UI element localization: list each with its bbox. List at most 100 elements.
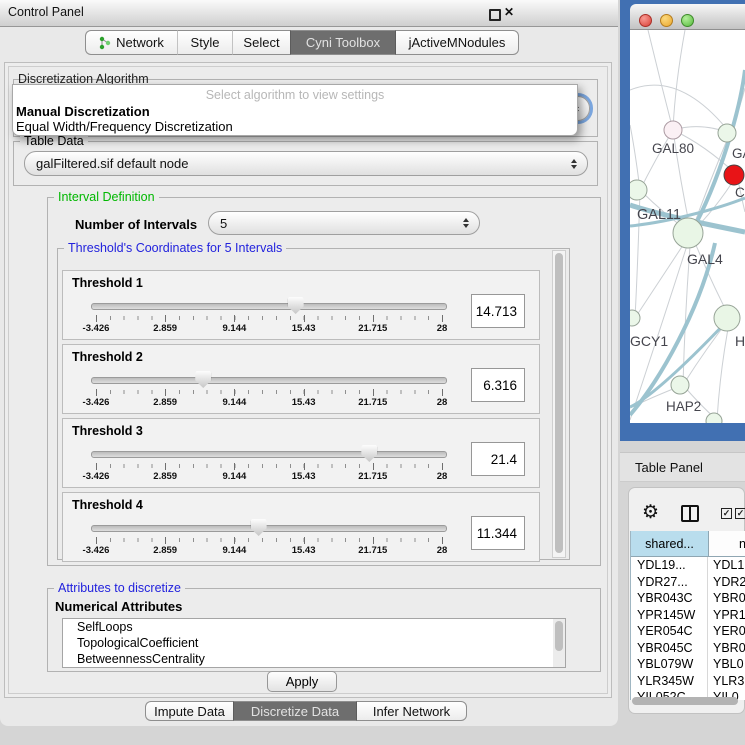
node-right[interactable] [714, 305, 740, 331]
scrollbar-thumb[interactable] [555, 253, 563, 553]
threshold-2-value[interactable]: 6.316 [471, 368, 525, 402]
threshold-1-slider[interactable]: -3.426 2.859 9.144 15.43 21.715 28 [96, 296, 442, 338]
slider-minor-ticks [96, 464, 443, 468]
network-window-titlebar[interactable] [630, 4, 745, 30]
table-row[interactable]: YDL19...YDL1 [631, 557, 745, 574]
tab-network[interactable]: Network [85, 30, 177, 55]
node-gal11[interactable] [630, 180, 647, 200]
thresholds-scrollbar[interactable] [552, 250, 566, 558]
checkbox-icon[interactable]: ✓ [721, 508, 732, 519]
list-item[interactable]: BetweennessCentrality [63, 651, 565, 667]
algorithm-dropdown-popup: Select algorithm to view settings Manual… [12, 84, 578, 136]
threshold-3-value[interactable]: 21.4 [471, 442, 525, 476]
slider-track [91, 377, 447, 384]
spinner-arrows-icon [571, 159, 577, 169]
tab-select[interactable]: Select [232, 30, 290, 55]
network-graph: GAL80 GA C GAL11 GAL4 GCY1 H HAP2 [630, 30, 745, 423]
minimize-traffic-light-icon[interactable] [660, 14, 673, 27]
dropdown-option-manual[interactable]: Manual Discretization [16, 104, 150, 119]
dropdown-option-equal-width[interactable]: Equal Width/Frequency Discretization [16, 119, 233, 134]
threshold-4-value[interactable]: 11.344 [471, 516, 525, 550]
threshold-2-slider[interactable]: -3.426 2.859 9.144 15.43 21.715 28 [96, 370, 442, 412]
threshold-1-panel: Threshold 1 -3.426 2.859 9.144 15.43 21.… [62, 270, 540, 340]
threshold-4-panel: Threshold 4 -3.426 2.859 9.144 15.43 21.… [62, 492, 540, 562]
threshold-4-slider[interactable]: -3.426 2.859 9.144 15.43 21.715 28 [96, 518, 442, 560]
tab-impute-data[interactable]: Impute Data [145, 701, 233, 721]
numerical-attributes-list[interactable]: SelfLoops TopologicalCoefficient Between… [62, 618, 566, 668]
tab-infer-network[interactable]: Infer Network [357, 701, 467, 721]
dropdown-hint: Select algorithm to view settings [13, 88, 577, 102]
slider-track [91, 451, 447, 458]
control-panel-window: Control Panel ✕ Network Style Select Cyn… [0, 0, 618, 726]
control-panel-titlebar: Control Panel ✕ [0, 0, 618, 27]
node-gal80[interactable] [664, 121, 682, 139]
checkbox-icon[interactable]: ✓ [735, 508, 745, 519]
panel-title: Control Panel [8, 5, 84, 19]
zoom-traffic-light-icon[interactable] [681, 14, 694, 27]
node-label: H [735, 333, 745, 349]
tab-jactivemnodules[interactable]: jActiveMNodules [396, 30, 519, 55]
close-traffic-light-icon[interactable] [639, 14, 652, 27]
num-intervals-label: Number of Intervals [75, 217, 197, 232]
node-top-right[interactable] [718, 124, 736, 142]
gear-icon[interactable]: ⚙ [642, 503, 659, 522]
table-row[interactable]: YBR043CYBR0 [631, 590, 745, 607]
columns-icon[interactable] [681, 505, 699, 522]
table-data-select[interactable]: galFiltered.sif default node [24, 151, 588, 176]
node-bottom[interactable] [706, 413, 722, 423]
threshold-3-slider[interactable]: -3.426 2.859 9.144 15.43 21.715 28 [96, 444, 442, 486]
top-tab-bar: Network Style Select Cyni Toolbox jActiv… [85, 30, 519, 55]
tab-discretize-data[interactable]: Discretize Data [233, 701, 357, 721]
attributes-title: Attributes to discretize [54, 581, 185, 595]
close-icon[interactable]: ✕ [504, 5, 514, 19]
table-row[interactable]: YDR27...YDR2 [631, 574, 745, 591]
slider-thumb[interactable] [251, 519, 267, 536]
node-hap2[interactable] [671, 376, 689, 394]
table-header-row: shared... na [631, 531, 745, 557]
scrollbar-thumb[interactable] [555, 621, 563, 651]
slider-thumb[interactable] [361, 445, 377, 462]
threshold-1-label: Threshold 1 [72, 276, 143, 290]
table-panel-titlebar: Table Panel [620, 452, 745, 482]
attributes-scrollbar[interactable] [553, 619, 565, 667]
network-canvas[interactable]: GAL80 GA C GAL11 GAL4 GCY1 H HAP2 [630, 30, 745, 423]
slider-thumb[interactable] [288, 297, 304, 314]
slider-track [91, 525, 447, 532]
table-row[interactable]: YBL079WYBL0 [631, 656, 745, 673]
float-window-icon[interactable] [489, 9, 501, 21]
threshold-3-label: Threshold 3 [72, 424, 143, 438]
spinner-arrows-icon [463, 218, 469, 228]
tab-style[interactable]: Style [177, 30, 232, 55]
slider-minor-ticks [96, 538, 443, 542]
thresholds-title: Threshold's Coordinates for 5 Intervals [64, 241, 286, 255]
slider-thumb[interactable] [195, 371, 211, 388]
list-item[interactable]: TopologicalCoefficient [63, 635, 565, 651]
threshold-3-panel: Threshold 3 -3.426 2.859 9.144 15.43 21.… [62, 418, 540, 488]
table-row[interactable]: YER054CYER0 [631, 623, 745, 640]
list-item[interactable]: SelfLoops [63, 619, 565, 635]
node-label: C [735, 185, 745, 200]
node-label: GA [732, 146, 745, 161]
numerical-attributes-label: Numerical Attributes [55, 599, 182, 614]
node-label: GAL80 [652, 141, 694, 156]
table-data-title: Table Data [20, 134, 88, 148]
table-horizontal-scrollbar[interactable] [632, 697, 738, 705]
apply-button[interactable]: Apply [267, 671, 337, 692]
node-attribute-table[interactable]: shared... na YDL19...YDL1 YDR27...YDR2 Y… [630, 531, 745, 700]
table-row[interactable]: YBR045CYBR0 [631, 640, 745, 657]
threshold-2-label: Threshold 2 [72, 350, 143, 364]
tab-cyni-toolbox[interactable]: Cyni Toolbox [290, 30, 396, 55]
node-selected-red[interactable] [724, 165, 744, 185]
network-icon [99, 36, 111, 50]
num-intervals-select[interactable]: 5 [208, 211, 480, 235]
slider-minor-ticks [96, 390, 443, 394]
table-row[interactable]: YPR145WYPR1 [631, 607, 745, 624]
column-header-shared-name[interactable]: shared... [631, 531, 709, 556]
node-label: GCY1 [630, 333, 668, 349]
column-header-name[interactable]: na [709, 531, 745, 556]
threshold-1-value[interactable]: 14.713 [471, 294, 525, 328]
interval-definition-title: Interval Definition [54, 190, 159, 204]
node-label: HAP2 [666, 399, 701, 414]
table-row[interactable]: YLR345WYLR3 [631, 673, 745, 690]
threshold-2-panel: Threshold 2 -3.426 2.859 9.144 15.43 21.… [62, 344, 540, 414]
